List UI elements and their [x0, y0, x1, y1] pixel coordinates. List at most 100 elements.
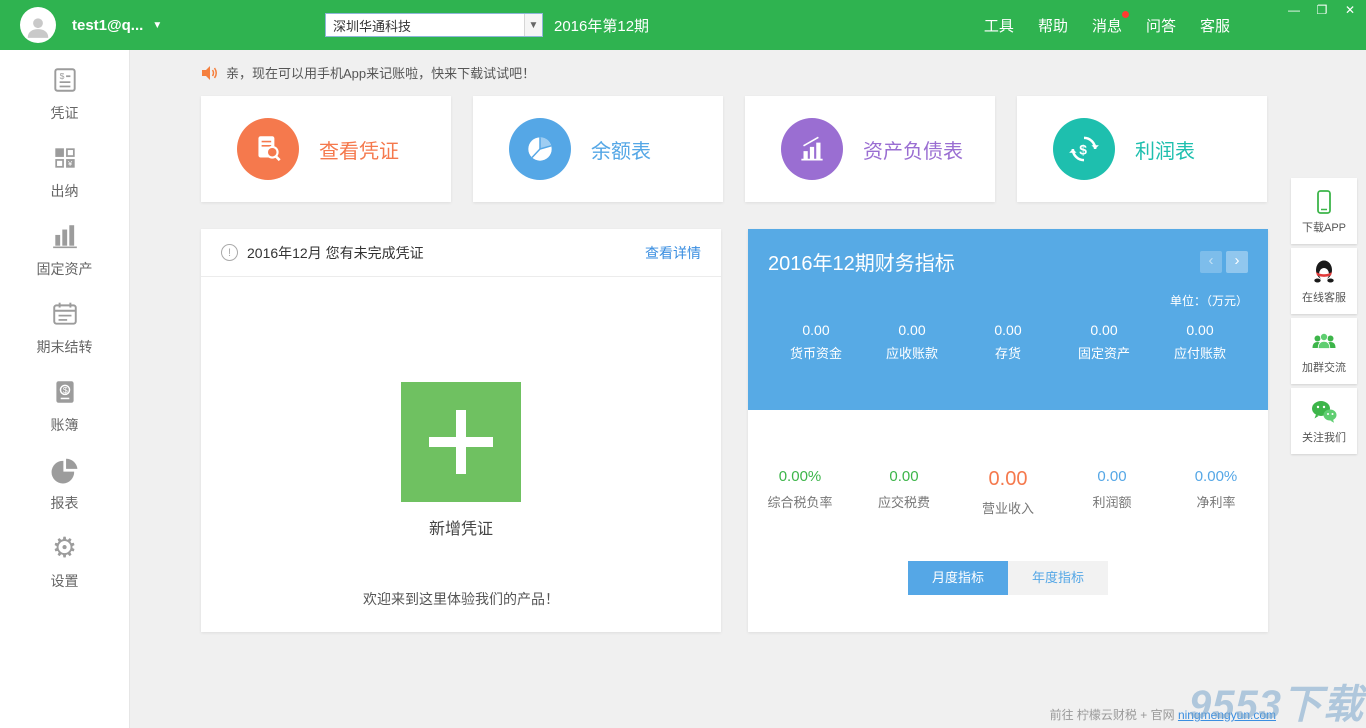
balance-sheet-card[interactable]: 余额表: [473, 96, 723, 202]
sidebar-item-voucher[interactable]: $ 凭证: [0, 66, 129, 144]
report-icon: [51, 456, 79, 484]
download-app-button[interactable]: 下载APP: [1291, 178, 1357, 244]
sidebar-item-label: 账簿: [51, 415, 79, 435]
info-icon: !: [221, 244, 238, 261]
voucher-panel: ! 2016年12月 您有未完成凭证 查看详情 新增凭证 欢迎来到这里体验我们的…: [201, 229, 721, 632]
float-item-label: 关注我们: [1302, 429, 1346, 445]
footer: 前往 柠檬云财税 + 官网 ningmengyun.com: [1050, 706, 1276, 723]
add-voucher-button[interactable]: [401, 382, 521, 502]
menu-help[interactable]: 帮助: [1038, 15, 1068, 36]
footer-text: 前往 柠檬云财税 + 官网: [1050, 708, 1175, 722]
dashboard-panels: ! 2016年12月 您有未完成凭证 查看详情 新增凭证 欢迎来到这里体验我们的…: [201, 229, 1366, 632]
stat-label: 利润额: [1060, 492, 1164, 511]
chevron-down-icon: ▼: [524, 14, 542, 36]
stat-revenue: 0.00 营业收入: [956, 468, 1060, 517]
view-voucher-card[interactable]: 查看凭证: [201, 96, 451, 202]
stat-value: 0.00: [1152, 322, 1248, 338]
user-menu[interactable]: test1@q... ▼: [72, 0, 162, 50]
company-select[interactable]: 深圳华通科技 ▼: [325, 13, 543, 37]
minimize-button[interactable]: —: [1286, 2, 1302, 18]
stat-label: 固定资产: [1056, 343, 1152, 362]
footer-link[interactable]: ningmengyun.com: [1178, 708, 1276, 722]
stat-label: 应付账款: [1152, 343, 1248, 362]
svg-text:$: $: [1079, 141, 1087, 157]
prev-period-button[interactable]: ‹: [1200, 251, 1222, 273]
card-label: 资产负债表: [863, 135, 963, 164]
close-button[interactable]: ✕: [1342, 2, 1358, 18]
topbar: test1@q... ▼ 深圳华通科技 ▼ 2016年第12期 工具 帮助 消息…: [0, 0, 1366, 50]
stat-label: 营业收入: [956, 498, 1060, 517]
stat-value: 0.00: [852, 468, 956, 485]
sidebar-item-cashier[interactable]: ¥ 出纳: [0, 144, 129, 222]
sidebar: $ 凭证 ¥ 出纳 固定资产 期末结转 $ 账簿 报表 ⚙ 设置: [0, 50, 130, 728]
menu-messages[interactable]: 消息: [1092, 15, 1122, 36]
stat-fixed-assets: 0.00 固定资产: [1056, 322, 1152, 362]
tab-monthly-indicators[interactable]: 月度指标: [908, 561, 1008, 595]
float-item-label: 下载APP: [1302, 219, 1346, 235]
stat-label: 应交税费: [852, 492, 956, 511]
stat-label: 净利率: [1164, 492, 1268, 511]
username: test1@q...: [72, 17, 143, 34]
white-stats-row: 0.00% 综合税负率 0.00 应交税费 0.00 营业收入 0.00 利润额…: [748, 410, 1268, 517]
financial-indicator-panel: 2016年12期财务指标 ‹ › 单位：（万元） 0.00 货币资金 0.00 …: [748, 229, 1268, 632]
wechat-icon: [1310, 398, 1338, 426]
view-details-link[interactable]: 查看详情: [645, 243, 701, 263]
stat-profit: 0.00 利润额: [1060, 468, 1164, 517]
sidebar-item-settings[interactable]: ⚙ 设置: [0, 534, 129, 612]
stat-receivables: 0.00 应收账款: [864, 322, 960, 362]
avatar[interactable]: [20, 7, 56, 43]
menu-tools[interactable]: 工具: [984, 15, 1014, 36]
company-select-value: 深圳华通科技: [326, 16, 524, 35]
sidebar-item-ledger[interactable]: $ 账簿: [0, 378, 129, 456]
indicator-tabs: 月度指标 年度指标: [748, 561, 1268, 595]
add-voucher-label: 新增凭证: [429, 515, 493, 539]
stat-tax-burden: 0.00% 综合税负率: [748, 468, 852, 517]
stat-net-margin: 0.00% 净利率: [1164, 468, 1268, 517]
stat-value: 0.00: [956, 468, 1060, 491]
card-label: 利润表: [1135, 135, 1195, 164]
gear-icon: ⚙: [51, 534, 79, 562]
sidebar-item-period-end[interactable]: 期末结转: [0, 300, 129, 378]
blue-stats-row: 0.00 货币资金 0.00 应收账款 0.00 存货 0.00 固定资产: [768, 322, 1248, 362]
stat-label: 应收账款: [864, 343, 960, 362]
menu-support[interactable]: 客服: [1200, 15, 1230, 36]
online-support-button[interactable]: 在线客服: [1291, 248, 1357, 314]
asset-liability-card[interactable]: 资产负债表: [745, 96, 995, 202]
float-item-label: 加群交流: [1302, 359, 1346, 375]
card-label: 查看凭证: [319, 135, 399, 164]
gear-glyph: ⚙: [52, 534, 77, 562]
next-period-button[interactable]: ›: [1226, 251, 1248, 273]
stat-label: 存货: [960, 343, 1056, 362]
menu-qa[interactable]: 问答: [1146, 15, 1176, 36]
qq-icon: [1310, 258, 1338, 286]
stat-value: 0.00: [960, 322, 1056, 338]
notification-dot: [1122, 11, 1129, 18]
join-group-button[interactable]: 加群交流: [1291, 318, 1357, 384]
stat-label: 货币资金: [768, 343, 864, 362]
sidebar-item-fixed-assets[interactable]: 固定资产: [0, 222, 129, 300]
stat-value: 0.00: [768, 322, 864, 338]
unit-label: 单位：（万元）: [768, 292, 1248, 309]
card-label: 余额表: [591, 135, 651, 164]
tab-annual-indicators[interactable]: 年度指标: [1008, 561, 1108, 595]
indicator-blue-section: 2016年12期财务指标 ‹ › 单位：（万元） 0.00 货币资金 0.00 …: [748, 229, 1268, 410]
sidebar-item-label: 报表: [51, 493, 79, 513]
svg-text:$: $: [62, 385, 67, 395]
profit-sheet-card[interactable]: $ 利润表: [1017, 96, 1267, 202]
ledger-icon: $: [51, 378, 79, 406]
follow-us-button[interactable]: 关注我们: [1291, 388, 1357, 454]
stat-value: 0.00: [1060, 468, 1164, 485]
voucher-icon: $: [51, 66, 79, 94]
group-icon: [1310, 328, 1338, 356]
window-controls: — ❐ ✕: [1286, 2, 1358, 18]
period-end-icon: [51, 300, 79, 328]
asset-liability-icon: [781, 118, 843, 180]
sidebar-item-label: 出纳: [51, 181, 79, 201]
sidebar-item-reports[interactable]: 报表: [0, 456, 129, 534]
stat-payables: 0.00 应付账款: [1152, 322, 1248, 362]
stat-monetary-funds: 0.00 货币资金: [768, 322, 864, 362]
sidebar-item-label: 凭证: [51, 103, 79, 123]
maximize-button[interactable]: ❐: [1314, 2, 1330, 18]
indicator-nav: ‹ ›: [1200, 251, 1248, 273]
side-float-bar: 下载APP 在线客服 加群交流 关注我们: [1291, 178, 1357, 458]
